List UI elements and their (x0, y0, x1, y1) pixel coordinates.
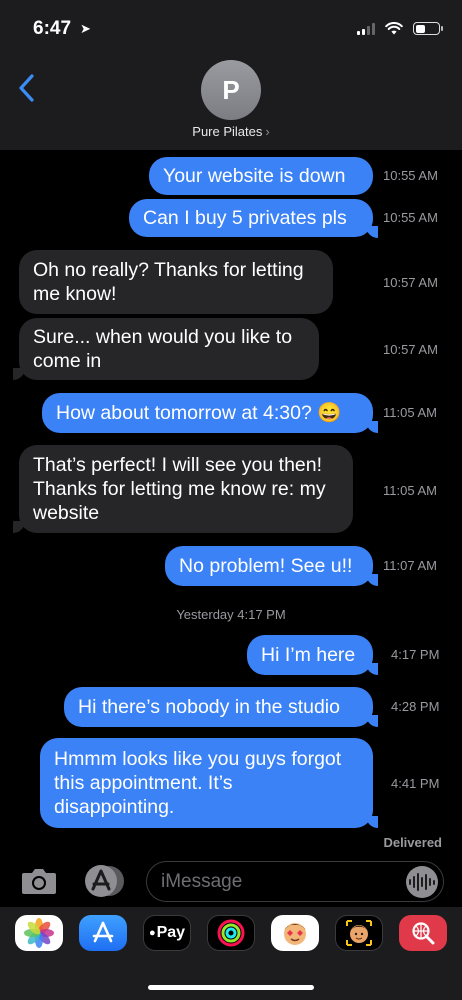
message-time: 10:55 AM (383, 210, 438, 225)
message-text: How about tomorrow at 4:30? 😄 (56, 402, 342, 424)
message-bubble-received[interactable]: Sure... when would you like to come in (19, 318, 319, 380)
apple-pay-app-button[interactable]: ● Pay (143, 915, 191, 951)
memoji-icon (346, 920, 372, 946)
message-time: 4:17 PM (391, 647, 440, 662)
message-time: 4:28 PM (391, 699, 440, 714)
message-bubble-sent[interactable]: How about tomorrow at 4:30? 😄 (42, 393, 373, 433)
message-bubble-sent[interactable]: Hi there’s nobody in the studio (64, 687, 373, 727)
bubble-tail (366, 715, 378, 727)
conversation-header: 6:47 ➤ P Pure Pilates › (0, 0, 462, 150)
status-indicators (357, 22, 443, 35)
home-indicator[interactable] (148, 985, 314, 990)
bubble-tail (366, 663, 378, 675)
message-text-line: Thanks for letting me know re: my (33, 478, 326, 500)
message-bubble-received[interactable]: That’s perfect! I will see you then! Tha… (19, 445, 353, 533)
message-text-line: Oh no really? Thanks for letting (33, 259, 304, 281)
app-store-button[interactable] (82, 864, 126, 898)
message-time: 4:41 PM (391, 776, 440, 791)
message-input[interactable]: iMessage (146, 861, 444, 902)
apple-logo-icon: ● (148, 927, 156, 939)
message-bubble-sent[interactable]: Your website is down (149, 157, 373, 195)
message-text-line: That’s perfect! I will see you then! (33, 454, 323, 476)
contact-name-button[interactable]: Pure Pilates › (0, 124, 462, 139)
date-divider: Yesterday 4:17 PM (176, 607, 286, 622)
delivered-status: Delivered (383, 835, 442, 850)
camera-icon (22, 869, 56, 894)
message-text: Hi I’m here (261, 644, 356, 666)
message-bubble-sent[interactable]: Hi I’m here (247, 635, 373, 675)
message-text-line: this appointment. It’s (54, 772, 233, 794)
chevron-left-icon (19, 74, 34, 102)
web-search-app-button[interactable] (399, 915, 447, 951)
contact-avatar[interactable]: P (201, 60, 261, 120)
location-icon: ➤ (80, 21, 91, 36)
message-time: 10:57 AM (383, 342, 438, 357)
bubble-tail (366, 421, 378, 433)
message-text: Can I buy 5 privates pls (143, 207, 347, 229)
message-text: Your website is down (163, 165, 346, 187)
message-time: 10:55 AM (383, 168, 438, 183)
app-drawer: ● Pay (0, 907, 462, 1000)
message-text-line: disappointing. (54, 796, 175, 818)
activity-app-button[interactable] (207, 915, 255, 951)
apple-pay-label: Pay (156, 924, 186, 941)
message-time: 11:07 AM (383, 558, 437, 573)
bubble-tail (13, 368, 25, 380)
contact-name: Pure Pilates (192, 124, 263, 139)
chevron-right-icon: › (265, 124, 270, 139)
memoji-stickers-app-button[interactable] (271, 915, 319, 951)
status-time: 6:47 (33, 18, 72, 39)
audio-message-button[interactable] (406, 866, 438, 898)
cellular-signal-icon (357, 22, 375, 35)
bubble-tail (366, 816, 378, 828)
message-text-line: me know! (33, 283, 117, 305)
message-time: 10:57 AM (383, 275, 438, 290)
activity-icon (217, 919, 245, 947)
message-time: 11:05 AM (383, 483, 437, 498)
back-button[interactable] (16, 70, 40, 106)
app-store-app-button[interactable] (79, 915, 127, 951)
message-bubble-received[interactable]: Oh no really? Thanks for letting me know… (19, 250, 333, 314)
wifi-icon (385, 22, 403, 35)
camera-button[interactable] (20, 866, 58, 896)
photos-icon (24, 918, 54, 948)
message-bubble-sent[interactable]: Hmmm looks like you guys forgot this app… (40, 738, 373, 828)
message-input-placeholder: iMessage (161, 870, 243, 892)
bubble-tail (366, 574, 378, 586)
message-time: 11:05 AM (383, 405, 437, 420)
message-text-line: website (33, 502, 100, 524)
bubble-tail (366, 226, 378, 238)
photos-app-button[interactable] (15, 915, 63, 951)
message-bubble-sent[interactable]: No problem! See u!! (165, 546, 373, 586)
memoji-app-button[interactable] (335, 915, 383, 951)
message-text: No problem! See u!! (179, 555, 353, 577)
web-search-icon (412, 922, 435, 945)
app-store-icon (92, 921, 114, 943)
bubble-tail (13, 521, 25, 533)
message-text-line: Sure... when would you like to (33, 326, 293, 348)
memoji-stickers-icon (284, 923, 306, 945)
battery-icon (413, 22, 443, 35)
message-text: Hi there’s nobody in the studio (78, 696, 340, 718)
app-store-icon (85, 865, 124, 897)
message-bubble-sent[interactable]: Can I buy 5 privates pls (129, 199, 373, 237)
message-text-line: come in (33, 350, 102, 372)
message-text-line: Hmmm looks like you guys forgot (54, 748, 342, 770)
